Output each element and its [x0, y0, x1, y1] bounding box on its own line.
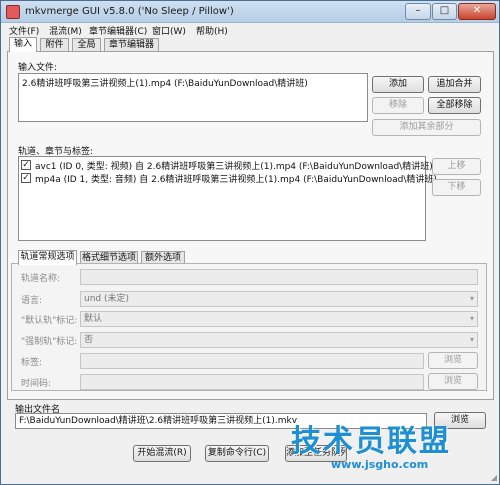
chevron-down-icon: ▾: [469, 294, 474, 303]
tags-browse-button[interactable]: 浏览: [428, 352, 478, 369]
track-name-input[interactable]: [80, 269, 478, 285]
language-label: 语言:: [21, 296, 43, 306]
chevron-down-icon: ▾: [469, 335, 474, 344]
language-select[interactable]: und (未定) ▾: [80, 291, 478, 307]
menu-window[interactable]: 窗口(W): [152, 24, 186, 37]
forced-flag-label: "强制轨"标记:: [21, 337, 78, 347]
tab-attachments[interactable]: 附件: [40, 38, 69, 52]
watermark: 技术员联盟 www.jsgho.com: [291, 416, 487, 476]
timecodes-input[interactable]: [80, 374, 424, 390]
menu-mux[interactable]: 混流(M): [49, 24, 82, 37]
tracks-list[interactable]: ✓ avc1 (ID 0, 类型: 视频) 自 2.6精讲班呼吸第三讲视频上(1…: [18, 156, 437, 241]
move-up-button[interactable]: 上移: [432, 158, 481, 175]
menu-help[interactable]: 帮助(H): [196, 24, 228, 37]
menu-chapter-editor[interactable]: 章节编辑器(C): [89, 24, 147, 37]
close-button[interactable]: ✕: [458, 3, 496, 20]
tab-input[interactable]: 输入: [9, 37, 37, 52]
input-file-item[interactable]: 2.6精讲班呼吸第三讲视频上(1).mp4 (F:\BaiduYunDownlo…: [22, 76, 308, 89]
watermark-title: 技术员联盟: [291, 424, 451, 459]
track-options-panel: 轨道名称: 语言: und (未定) ▾ "默认轨"标记: 默认 ▾ "强制轨"…: [11, 263, 487, 391]
title-bar[interactable]: mkvmerge GUI v5.8.0 ('No Sleep / Pillow'…: [1, 1, 499, 23]
minimize-button[interactable]: –: [405, 3, 431, 20]
resize-grip-icon[interactable]: ◢: [491, 473, 497, 482]
remove-all-button[interactable]: 全部移除: [428, 97, 481, 114]
default-flag-label: "默认轨"标记:: [21, 316, 78, 326]
language-value: und (未定): [84, 294, 130, 304]
menu-file[interactable]: 文件(F): [9, 24, 39, 37]
forced-flag-select[interactable]: 否 ▾: [80, 332, 478, 348]
add-button[interactable]: 添加: [372, 76, 424, 93]
start-mux-button[interactable]: 开始混流(R): [133, 445, 191, 462]
app-window: mkvmerge GUI v5.8.0 ('No Sleep / Pillow'…: [0, 0, 500, 485]
track-label: avc1 (ID 0, 类型: 视频) 自 2.6精讲班呼吸第三讲视频上(1).…: [35, 162, 433, 172]
default-flag-select[interactable]: 默认 ▾: [80, 311, 478, 327]
menu-bar: 文件(F) 混流(M) 章节编辑器(C) 窗口(W) 帮助(H): [1, 23, 499, 37]
append-button[interactable]: 追加合并: [428, 76, 481, 93]
input-files-label: 输入文件:: [18, 63, 58, 73]
timecodes-label: 时间码:: [21, 379, 52, 389]
track-checkbox[interactable]: ✓: [21, 173, 31, 183]
input-files-list[interactable]: 2.6精讲班呼吸第三讲视频上(1).mp4 (F:\BaiduYunDownlo…: [18, 73, 368, 122]
tab-general-track-options[interactable]: 轨道常规选项: [18, 250, 77, 265]
track-label: mp4a (ID 1, 类型: 音频) 自 2.6精讲班呼吸第三讲视频上(1).…: [35, 175, 437, 185]
remove-button[interactable]: 移除: [372, 97, 424, 114]
add-other-button[interactable]: 添加其余部分: [372, 119, 481, 136]
tags-label: 标签:: [21, 358, 43, 368]
forced-flag-value: 否: [84, 335, 94, 345]
track-name-label: 轨道名称:: [21, 274, 61, 284]
tags-input[interactable]: [80, 353, 424, 369]
chevron-down-icon: ▾: [469, 314, 474, 323]
move-down-button[interactable]: 下移: [432, 179, 481, 196]
app-icon: [6, 5, 20, 19]
default-flag-value: 默认: [84, 314, 103, 324]
timecodes-browse-button[interactable]: 浏览: [428, 373, 478, 390]
tab-global[interactable]: 全局: [72, 38, 101, 52]
tab-chapter-editor[interactable]: 章节编辑器: [104, 38, 159, 52]
track-checkbox[interactable]: ✓: [21, 160, 31, 170]
copy-command-line-button[interactable]: 复制命令行(C): [205, 445, 269, 462]
window-title: mkvmerge GUI v5.8.0 ('No Sleep / Pillow'…: [25, 6, 234, 17]
watermark-url: www.jsgho.com: [331, 458, 429, 471]
maximize-button[interactable]: □: [432, 3, 457, 20]
